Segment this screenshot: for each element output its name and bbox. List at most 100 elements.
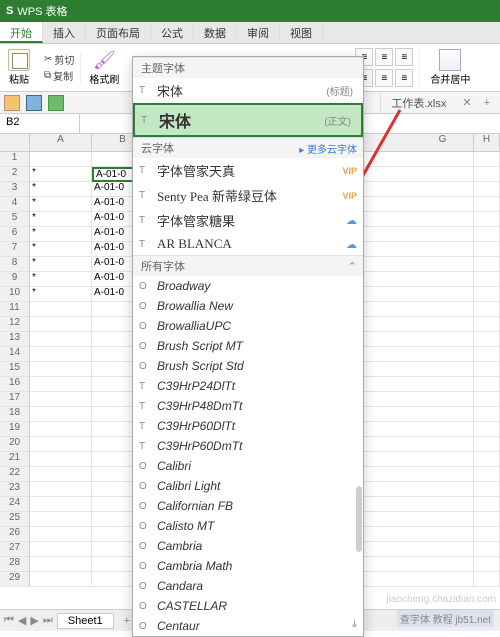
- cell[interactable]: [30, 572, 92, 587]
- font-item[interactable]: T宋体(标题): [133, 78, 363, 103]
- cell[interactable]: [412, 197, 474, 212]
- format-painter-button[interactable]: 🖌 格式刷: [85, 48, 123, 88]
- row-header[interactable]: 21: [0, 452, 30, 467]
- row-header[interactable]: 7: [0, 242, 30, 257]
- row-header[interactable]: 1: [0, 152, 30, 167]
- cell[interactable]: [474, 557, 500, 572]
- cell[interactable]: [30, 497, 92, 512]
- row-header[interactable]: 4: [0, 197, 30, 212]
- cell[interactable]: [474, 527, 500, 542]
- font-item[interactable]: OCalisto MT: [133, 516, 363, 536]
- font-item[interactable]: OCandara: [133, 576, 363, 596]
- tab-start[interactable]: 开始: [0, 22, 43, 43]
- cell[interactable]: [412, 242, 474, 257]
- cell[interactable]: [474, 512, 500, 527]
- row-header[interactable]: 16: [0, 377, 30, 392]
- cell[interactable]: [30, 332, 92, 347]
- save-file-icon[interactable]: [48, 95, 64, 111]
- col-header-h[interactable]: H: [474, 134, 500, 151]
- row-header[interactable]: 23: [0, 482, 30, 497]
- select-all-corner[interactable]: [0, 134, 30, 151]
- row-header[interactable]: 14: [0, 347, 30, 362]
- cell[interactable]: [412, 572, 474, 587]
- cell[interactable]: [412, 287, 474, 302]
- close-file-button[interactable]: ✕: [462, 96, 471, 109]
- font-item[interactable]: OBrowallia New: [133, 296, 363, 316]
- cell[interactable]: [474, 317, 500, 332]
- col-header-g[interactable]: G: [412, 134, 474, 151]
- cell[interactable]: [412, 407, 474, 422]
- font-item[interactable]: OCentaur: [133, 616, 363, 636]
- cut-button[interactable]: ✂剪切: [44, 52, 74, 67]
- row-header[interactable]: 24: [0, 497, 30, 512]
- font-item[interactable]: OCalibri: [133, 456, 363, 476]
- add-file-button[interactable]: +: [478, 97, 496, 109]
- cell[interactable]: [474, 182, 500, 197]
- cell[interactable]: [412, 422, 474, 437]
- cell[interactable]: [30, 482, 92, 497]
- cell[interactable]: [30, 512, 92, 527]
- cell[interactable]: [412, 392, 474, 407]
- row-header[interactable]: 29: [0, 572, 30, 587]
- row-header[interactable]: 18: [0, 407, 30, 422]
- cell[interactable]: [474, 152, 500, 167]
- font-item[interactable]: TSenty Pea 新蒂绿豆体VIP: [133, 183, 363, 208]
- cell[interactable]: [412, 167, 474, 182]
- row-header[interactable]: 17: [0, 392, 30, 407]
- cell[interactable]: [474, 452, 500, 467]
- cell[interactable]: *: [30, 197, 92, 212]
- merge-center-button[interactable]: 合并居中: [424, 49, 476, 86]
- cell[interactable]: [30, 152, 92, 167]
- cell[interactable]: *: [30, 227, 92, 242]
- cell[interactable]: [474, 167, 500, 182]
- row-header[interactable]: 12: [0, 317, 30, 332]
- cell[interactable]: [412, 362, 474, 377]
- row-header[interactable]: 9: [0, 272, 30, 287]
- align-bottom-button[interactable]: ≡: [395, 48, 413, 66]
- row-header[interactable]: 13: [0, 332, 30, 347]
- cell[interactable]: [412, 347, 474, 362]
- font-item[interactable]: OBroadway: [133, 276, 363, 296]
- cell[interactable]: [30, 302, 92, 317]
- tab-page-layout[interactable]: 页面布局: [86, 22, 151, 43]
- cell[interactable]: [474, 242, 500, 257]
- sheet-nav-next[interactable]: ▶: [30, 614, 38, 627]
- font-item[interactable]: OBrush Script MT: [133, 336, 363, 356]
- cell[interactable]: [412, 302, 474, 317]
- tab-formula[interactable]: 公式: [151, 22, 194, 43]
- cell[interactable]: [412, 512, 474, 527]
- cell[interactable]: *: [30, 272, 92, 287]
- row-header[interactable]: 5: [0, 212, 30, 227]
- row-header[interactable]: 22: [0, 467, 30, 482]
- more-cloud-fonts-link[interactable]: ▸ 更多云字体: [299, 141, 357, 156]
- row-header[interactable]: 20: [0, 437, 30, 452]
- cell[interactable]: [412, 437, 474, 452]
- cell[interactable]: [474, 467, 500, 482]
- row-header[interactable]: 15: [0, 362, 30, 377]
- cell[interactable]: [412, 557, 474, 572]
- cell[interactable]: [474, 347, 500, 362]
- align-center-button[interactable]: ≡: [375, 69, 393, 87]
- row-header[interactable]: 26: [0, 527, 30, 542]
- font-item[interactable]: TC39HrP24DlTt: [133, 376, 363, 396]
- cell[interactable]: [412, 377, 474, 392]
- open-file-icon[interactable]: [26, 95, 42, 111]
- font-item[interactable]: OBrush Script Std: [133, 356, 363, 376]
- font-item[interactable]: TC39HrP60DlTt: [133, 416, 363, 436]
- cell[interactable]: [412, 227, 474, 242]
- cell[interactable]: [412, 452, 474, 467]
- cell[interactable]: [30, 467, 92, 482]
- cell[interactable]: [30, 392, 92, 407]
- row-header[interactable]: 19: [0, 422, 30, 437]
- font-item[interactable]: T宋体(正文): [133, 103, 363, 137]
- cell[interactable]: [474, 497, 500, 512]
- cell[interactable]: [412, 467, 474, 482]
- cell[interactable]: [30, 317, 92, 332]
- tab-review[interactable]: 审阅: [237, 22, 280, 43]
- align-middle-button[interactable]: ≡: [375, 48, 393, 66]
- cell[interactable]: [412, 152, 474, 167]
- name-box[interactable]: B2: [0, 114, 80, 133]
- cell[interactable]: [474, 362, 500, 377]
- align-right-button[interactable]: ≡: [395, 69, 413, 87]
- font-item[interactable]: OCASTELLAR: [133, 596, 363, 616]
